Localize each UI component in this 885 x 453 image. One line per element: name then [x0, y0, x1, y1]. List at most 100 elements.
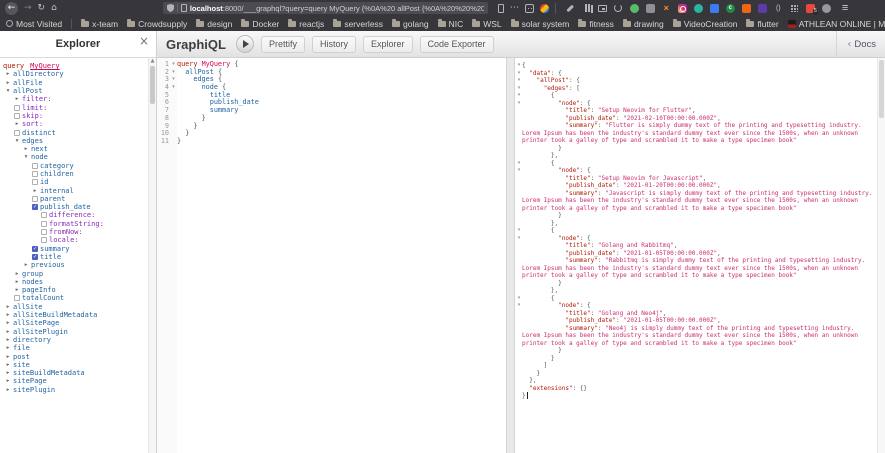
tree-item[interactable]: ▸sitePage — [3, 377, 148, 385]
checkbox-checked[interactable]: ✓ — [32, 204, 38, 210]
caret-right-icon[interactable]: ▸ — [14, 287, 20, 293]
tree-item[interactable]: ▾node — [3, 153, 148, 161]
bookmark-item[interactable]: WSL — [472, 19, 501, 29]
tree-item[interactable]: formatString: — [3, 220, 148, 228]
checkbox-checked[interactable]: ✓ — [32, 246, 38, 252]
bookmark-item[interactable]: NIC — [438, 19, 464, 29]
fold-caret-icon[interactable]: ▾ — [170, 84, 177, 92]
send-to-device-icon[interactable] — [498, 4, 504, 13]
url-bar[interactable]: localhost:8000/___graphql?query=query My… — [163, 2, 488, 14]
caret-right-icon[interactable]: ▸ — [5, 362, 11, 368]
tree-item[interactable]: ▸allDirectory — [3, 70, 148, 78]
reload-button[interactable]: ↻ — [38, 4, 46, 13]
response-scrollbar[interactable] — [877, 58, 885, 453]
checkbox[interactable] — [41, 221, 47, 227]
checkbox[interactable] — [14, 113, 20, 119]
explorer-button[interactable]: Explorer — [363, 36, 413, 53]
tree-item[interactable]: fromNow: — [3, 228, 148, 236]
tree-item[interactable]: ▸allFile — [3, 79, 148, 87]
page-info-icon[interactable] — [181, 4, 187, 12]
response-scrollbar-thumb[interactable] — [879, 60, 884, 118]
bookmark-item[interactable]: x-team — [81, 19, 118, 29]
query-editor[interactable]: 1▾query MyQuery {2▾ allPost {3▾ edges {4… — [157, 58, 506, 453]
tree-item[interactable]: parent — [3, 195, 148, 203]
history-button[interactable]: History — [312, 36, 356, 53]
back-button[interactable]: ← — [5, 2, 18, 15]
tree-item[interactable]: category — [3, 162, 148, 170]
caret-right-icon[interactable]: ▸ — [5, 354, 11, 360]
caret-right-icon[interactable]: ▸ — [14, 271, 20, 277]
tree-item[interactable]: limit: — [3, 103, 148, 111]
caret-right-icon[interactable]: ▸ — [14, 121, 20, 127]
ext-orange-x-icon[interactable]: × — [662, 4, 671, 13]
menu-icon[interactable]: ≡ — [842, 3, 848, 14]
caret-right-icon[interactable]: ▸ — [32, 188, 38, 194]
overflow-menu-button[interactable]: ⋯ — [510, 4, 519, 13]
sync-icon[interactable] — [614, 4, 623, 13]
checkbox[interactable] — [41, 237, 47, 243]
checkbox[interactable] — [14, 130, 20, 136]
bookmark-item[interactable]: serverless — [333, 19, 383, 29]
caret-down-icon[interactable]: ▾ — [14, 138, 20, 144]
home-button[interactable]: ⌂ — [51, 4, 57, 13]
tree-item[interactable]: id — [3, 178, 148, 186]
bookmark-item[interactable]: reactjs — [288, 19, 324, 29]
caret-right-icon[interactable]: ▸ — [14, 279, 20, 285]
checkbox[interactable] — [32, 171, 38, 177]
bookmark-item[interactable]: design — [196, 19, 232, 29]
tree-item[interactable]: ✓summary — [3, 245, 148, 253]
code-exporter-button[interactable]: Code Exporter — [420, 36, 494, 53]
caret-right-icon[interactable]: ▸ — [5, 71, 11, 77]
tree-item[interactable]: ▸allSitePlugin — [3, 328, 148, 336]
ext-green-circle-icon[interactable] — [630, 4, 639, 13]
tree-item[interactable]: ▸nodes — [3, 278, 148, 286]
execute-query-button[interactable] — [236, 35, 254, 53]
picture-in-picture-icon[interactable] — [598, 4, 607, 13]
fold-caret-icon[interactable]: ▾ — [170, 61, 177, 69]
checkbox[interactable] — [14, 295, 20, 301]
tree-item[interactable]: ▸allSite — [3, 303, 148, 311]
caret-right-icon[interactable]: ▸ — [5, 370, 11, 376]
caret-right-icon[interactable]: ▸ — [14, 96, 20, 102]
tree-item[interactable]: locale: — [3, 236, 148, 244]
caret-right-icon[interactable]: ▸ — [5, 304, 11, 310]
close-icon[interactable]: × — [139, 35, 149, 47]
explorer-scrollbar[interactable]: ▲ — [148, 58, 156, 453]
tree-item[interactable]: ▸file — [3, 344, 148, 352]
tree-item[interactable]: ▾edges — [3, 137, 148, 145]
ext-red-badge-icon[interactable]: 5 — [806, 4, 815, 13]
caret-right-icon[interactable]: ▸ — [23, 262, 29, 268]
wrench-icon[interactable] — [566, 4, 575, 13]
bookmark-item[interactable]: golang — [392, 19, 429, 29]
extension-face-icon[interactable] — [525, 4, 534, 13]
caret-right-icon[interactable]: ▸ — [23, 146, 29, 152]
bookmark-item[interactable]: VideoCreation — [673, 19, 738, 29]
ext-parens-icon[interactable]: () — [774, 4, 783, 13]
tree-item[interactable]: ▸allSiteBuildMetadata — [3, 311, 148, 319]
ext-purple-square-icon[interactable] — [758, 4, 767, 13]
tree-item[interactable]: totalCount — [3, 294, 148, 302]
fold-caret-icon[interactable]: ▾ — [170, 76, 177, 84]
fold-caret-icon[interactable]: ▾ — [170, 69, 177, 77]
editor-line[interactable]: 7 summary — [157, 107, 506, 115]
tree-item[interactable]: children — [3, 170, 148, 178]
tree-item[interactable]: ▸pageInfo — [3, 286, 148, 294]
bookmark-item[interactable]: Docker — [241, 19, 279, 29]
caret-right-icon[interactable]: ▸ — [5, 320, 11, 326]
tree-item[interactable]: ▸site — [3, 361, 148, 369]
tree-item[interactable]: ▸internal — [3, 186, 148, 194]
tree-item[interactable]: ▸allSitePage — [3, 319, 148, 327]
bookmark-item[interactable]: drawing — [623, 19, 664, 29]
response-viewer[interactable]: ▾{▾ "data": {▾ "allPost": {▾ "edges": [▾… — [515, 58, 877, 453]
ext-grid-icon[interactable] — [790, 4, 799, 13]
caret-right-icon[interactable]: ▸ — [5, 80, 11, 86]
bookmark-item[interactable]: ATHLEAN ONLINE | M... — [788, 19, 885, 29]
caret-right-icon[interactable]: ▸ — [5, 387, 11, 393]
profile-avatar-icon[interactable] — [540, 4, 549, 13]
ext-teal-circle-icon[interactable] — [694, 4, 703, 13]
scrollbar-thumb[interactable] — [150, 66, 155, 104]
editor-line[interactable]: 11} — [157, 138, 506, 146]
bookmark-item[interactable]: fitness — [578, 19, 614, 29]
ext-blue-square-icon[interactable] — [710, 4, 719, 13]
tree-item[interactable]: ▸post — [3, 352, 148, 360]
